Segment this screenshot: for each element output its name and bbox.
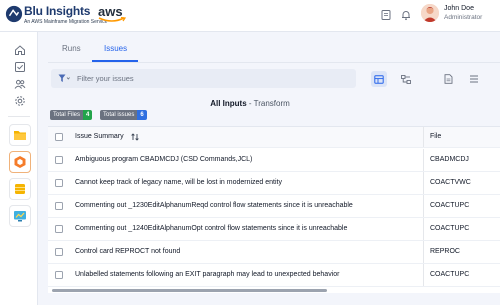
users-icon[interactable] [14,78,26,90]
user-role: Administrator [444,14,483,21]
column-header-issue-summary[interactable]: Issue Summary [75,133,124,140]
total-files-badge: Total Files 4 [50,110,93,120]
aws-logo: aws [98,3,126,22]
filter-funnel-icon[interactable] [58,74,70,83]
table-row[interactable]: Ambiguous program CBADMCDJ (CSD Commands… [48,149,500,172]
table-row[interactable]: Unlabelled statements following an EXIT … [48,264,500,287]
section-title: All Inputs - Transform [0,99,500,108]
list-menu-button[interactable] [466,71,482,87]
issue-summary-cell: Unlabelled statements following an EXIT … [75,271,340,278]
avatar-image [421,4,439,22]
tabs-divider [48,62,500,63]
column-separator [423,264,424,286]
file-cell: COACTUPC [430,225,470,232]
folder-icon [14,131,26,140]
section-title-sub: - Transform [246,99,290,108]
sidebar-divider [8,116,30,117]
section-title-main: All Inputs [210,99,247,108]
table-view-button[interactable] [371,71,387,87]
column-separator [423,172,424,194]
brand-name: Blu Insights [24,4,91,18]
export-report-button[interactable] [440,71,456,87]
total-issues-badge: Total issues 6 [100,110,147,120]
row-checkbox[interactable] [55,225,63,233]
user-avatar[interactable] [421,4,439,22]
table-row[interactable]: Commenting out _1240EditAlphanumOpt cont… [48,218,500,241]
tab-runs[interactable]: Runs [62,44,81,53]
transform-hexagon-icon [14,156,26,168]
file-cell: COACTVWC [430,179,471,186]
tree-structure-icon [401,74,411,84]
issue-summary-cell: Cannot keep track of legacy name, will b… [75,179,282,186]
column-header-file[interactable]: File [430,133,441,140]
column-separator [423,127,424,147]
row-checkbox[interactable] [55,202,63,210]
top-bar: Blu Insights An AWS Mainframe Migration … [0,0,500,32]
aws-smile-icon [98,17,126,22]
column-separator [423,195,424,217]
notification-bell-icon[interactable] [400,9,412,21]
column-separator [423,149,424,171]
issue-summary-cell: Commenting out _1240EditAlphanumOpt cont… [75,225,348,232]
row-checkbox[interactable] [55,179,63,187]
menu-lines-icon [470,75,478,83]
row-checkbox[interactable] [55,156,63,164]
checklist-icon[interactable] [14,61,26,73]
issue-filter-bar [51,69,356,88]
total-issues-count: 6 [137,110,147,120]
column-separator [423,241,424,263]
home-icon[interactable] [14,44,26,56]
user-name: John Doe [444,5,474,12]
issues-table: Issue Summary File Ambiguous program CBA… [48,126,500,288]
database-icon [15,184,25,194]
file-cell: COACTUPC [430,271,470,278]
filter-issues-input[interactable] [77,72,347,85]
sidebar-app-database[interactable] [9,178,31,200]
file-cell: COACTUPC [430,202,470,209]
sidebar-app-folder[interactable] [9,124,31,146]
tab-issues[interactable]: Issues [104,44,127,53]
sidebar [0,32,38,305]
sidebar-app-dashboard[interactable] [9,205,31,227]
select-all-checkbox[interactable] [55,133,63,141]
issue-summary-cell: Control card REPROCT not found [75,248,181,255]
issue-summary-cell: Commenting out _1230EditAlphanumReqd con… [75,202,353,209]
table-row[interactable]: Control card REPROCT not found REPROC [48,241,500,264]
table-row[interactable]: Commenting out _1230EditAlphanumReqd con… [48,195,500,218]
issue-summary-cell: Ambiguous program CBADMCDJ (CSD Commands… [75,156,253,163]
column-separator [423,218,424,240]
monitor-chart-icon [14,211,26,222]
table-grid-icon [374,74,384,84]
total-issues-label: Total issues [100,110,138,120]
blu-insights-logo [5,5,23,23]
row-checkbox[interactable] [55,271,63,279]
table-header-row: Issue Summary File [48,127,500,148]
tree-view-button[interactable] [398,71,414,87]
sidebar-app-transform[interactable] [9,151,31,173]
total-files-count: 4 [83,110,93,120]
changelog-icon[interactable] [380,9,392,21]
table-row[interactable]: Cannot keep track of legacy name, will b… [48,172,500,195]
sort-arrows-icon[interactable] [131,133,139,141]
document-icon [444,74,452,84]
file-cell: REPROC [430,248,460,255]
row-checkbox[interactable] [55,248,63,256]
brand-subtitle: An AWS Mainframe Migration Service [24,19,108,25]
horizontal-scrollbar-thumb[interactable] [52,289,327,292]
total-files-label: Total Files [50,110,84,120]
file-cell: CBADMCDJ [430,156,469,163]
